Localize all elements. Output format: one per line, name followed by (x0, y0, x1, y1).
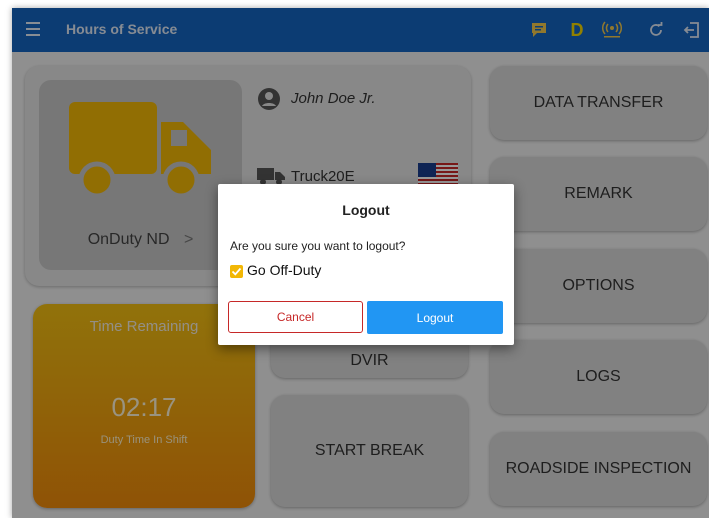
cancel-button[interactable]: Cancel (228, 301, 363, 333)
logout-dialog: Logout Are you sure you want to logout? … (218, 184, 514, 345)
checkmark-icon (231, 267, 242, 276)
dialog-message: Are you sure you want to logout? (230, 239, 406, 253)
app-window: Hours of Service D OnDuty ND > John Doe … (12, 8, 709, 518)
dialog-title: Logout (342, 202, 390, 218)
go-off-duty-checkbox[interactable] (230, 265, 243, 278)
go-off-duty-label[interactable]: Go Off-Duty (247, 262, 321, 278)
confirm-logout-button[interactable]: Logout (367, 301, 503, 334)
